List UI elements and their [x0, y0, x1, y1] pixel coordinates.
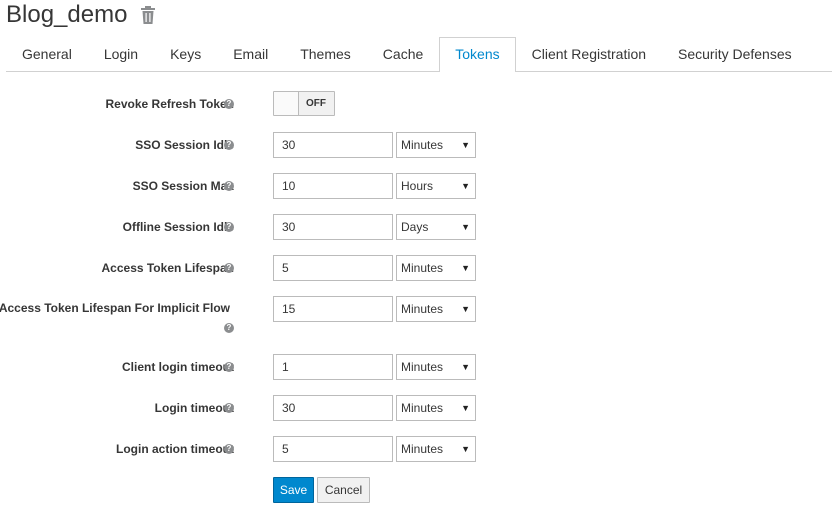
help-icon[interactable]: ?: [224, 222, 234, 232]
access-token-lifespan-input[interactable]: [273, 255, 393, 281]
offline-session-idle-row: Offline Session Idle ? Days ▼: [0, 214, 832, 240]
tab-themes[interactable]: Themes: [284, 37, 367, 70]
sso-session-max-input[interactable]: [273, 173, 393, 199]
toggle-knob: [274, 92, 299, 115]
help-icon[interactable]: ?: [224, 140, 234, 150]
sso-session-max-row: SSO Session Max ? Hours ▼: [0, 173, 832, 199]
login-timeout-row: Login timeout ? Minutes ▼: [0, 395, 832, 421]
access-token-lifespan-implicit-input[interactable]: [273, 296, 393, 322]
tab-client-registration[interactable]: Client Registration: [516, 37, 662, 70]
cancel-button[interactable]: Cancel: [317, 477, 370, 503]
tab-email[interactable]: Email: [217, 37, 284, 70]
toggle-state-text: OFF: [306, 98, 326, 109]
trash-icon[interactable]: [139, 5, 157, 25]
help-icon[interactable]: ?: [224, 181, 234, 191]
chevron-down-icon: ▼: [461, 304, 470, 314]
select-value: Minutes: [401, 401, 444, 415]
login-timeout-unit-select[interactable]: Minutes ▼: [396, 395, 476, 421]
sso-session-idle-input[interactable]: [273, 132, 393, 158]
help-icon[interactable]: ?: [224, 99, 234, 109]
chevron-down-icon: ▼: [461, 403, 470, 413]
access-token-lifespan-implicit-row: Access Token Lifespan For Implicit Flow …: [0, 296, 832, 333]
chevron-down-icon: ▼: [461, 140, 470, 150]
client-login-timeout-unit-select[interactable]: Minutes ▼: [396, 354, 476, 380]
login-action-timeout-label: Login action timeout: [116, 442, 234, 456]
revoke-refresh-token-label: Revoke Refresh Token: [105, 97, 235, 111]
tab-security-defenses[interactable]: Security Defenses: [662, 37, 808, 70]
select-value: Days: [401, 220, 429, 234]
access-token-lifespan-implicit-unit-select[interactable]: Minutes ▼: [396, 296, 476, 322]
access-token-lifespan-row: Access Token Lifespan ? Minutes ▼: [0, 255, 832, 281]
access-token-lifespan-unit-select[interactable]: Minutes ▼: [396, 255, 476, 281]
chevron-down-icon: ▼: [461, 444, 470, 454]
login-timeout-label: Login timeout: [154, 401, 234, 415]
login-action-timeout-row: Login action timeout ? Minutes ▼: [0, 436, 832, 462]
select-value: Minutes: [401, 360, 444, 374]
tab-general[interactable]: General: [6, 37, 88, 70]
tab-bar: General Login Keys Email Themes Cache To…: [6, 37, 832, 72]
select-value: Hours: [401, 179, 434, 193]
sso-session-idle-row: SSO Session Idle ? Minutes ▼: [0, 132, 832, 158]
sso-session-max-label: SSO Session Max: [132, 179, 234, 193]
tab-login[interactable]: Login: [88, 37, 154, 70]
offline-session-idle-label: Offline Session Idle: [122, 220, 234, 234]
access-token-lifespan-label: Access Token Lifespan: [101, 261, 235, 275]
offline-session-idle-unit-select[interactable]: Days ▼: [396, 214, 476, 240]
select-value: Minutes: [401, 138, 444, 152]
tab-tokens[interactable]: Tokens: [439, 37, 516, 72]
sso-session-idle-label: SSO Session Idle: [135, 138, 234, 152]
page-title: Blog_demo: [6, 1, 128, 28]
client-login-timeout-input[interactable]: [273, 354, 393, 380]
help-icon[interactable]: ?: [224, 263, 234, 273]
save-button[interactable]: Save: [273, 477, 314, 503]
page-header: Blog_demo: [6, 0, 157, 30]
select-value: Minutes: [401, 442, 444, 456]
help-icon[interactable]: ?: [224, 403, 234, 413]
tab-cache[interactable]: Cache: [367, 37, 439, 70]
login-timeout-input[interactable]: [273, 395, 393, 421]
tab-keys[interactable]: Keys: [154, 37, 217, 70]
select-value: Minutes: [401, 261, 444, 275]
client-login-timeout-row: Client login timeout ? Minutes ▼: [0, 354, 832, 380]
help-icon[interactable]: ?: [224, 323, 234, 333]
sso-session-idle-unit-select[interactable]: Minutes ▼: [396, 132, 476, 158]
chevron-down-icon: ▼: [461, 263, 470, 273]
access-token-lifespan-implicit-label: Access Token Lifespan For Implicit Flow: [0, 301, 230, 315]
chevron-down-icon: ▼: [461, 222, 470, 232]
revoke-refresh-token-row: Revoke Refresh Token ?: [0, 91, 832, 117]
help-icon[interactable]: ?: [224, 444, 234, 454]
client-login-timeout-label: Client login timeout: [122, 360, 234, 374]
offline-session-idle-input[interactable]: [273, 214, 393, 240]
chevron-down-icon: ▼: [461, 362, 470, 372]
login-action-timeout-input[interactable]: [273, 436, 393, 462]
chevron-down-icon: ▼: [461, 181, 470, 191]
revoke-refresh-token-toggle[interactable]: OFF: [273, 91, 335, 116]
login-action-timeout-unit-select[interactable]: Minutes ▼: [396, 436, 476, 462]
select-value: Minutes: [401, 302, 444, 316]
sso-session-max-unit-select[interactable]: Hours ▼: [396, 173, 476, 199]
help-icon[interactable]: ?: [224, 362, 234, 372]
